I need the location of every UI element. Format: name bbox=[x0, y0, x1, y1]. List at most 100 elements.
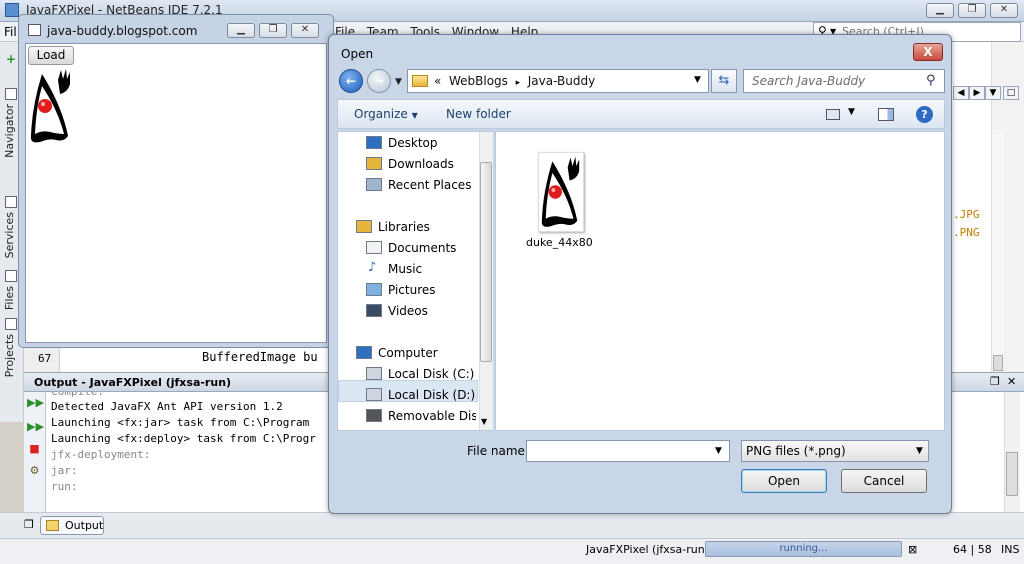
command-bar: Organize ▼ New folder ▼ ? bbox=[337, 99, 945, 129]
netbeans-icon bbox=[5, 3, 19, 17]
address-bar[interactable]: « WebBlogs ▸ Java-Buddy ▼ bbox=[407, 69, 709, 93]
nav-item-desktop[interactable]: Desktop bbox=[388, 136, 438, 150]
ide-menu-file[interactable]: Fil bbox=[4, 25, 17, 39]
chevron-down-icon[interactable]: ▼ bbox=[715, 446, 722, 456]
search-icon[interactable]: ⚲ bbox=[926, 73, 936, 88]
open-file-dialog: Open X ← → ▼ « WebBlogs ▸ Java-Buddy ▼ ⇆… bbox=[328, 34, 952, 514]
file-name-label[interactable]: duke_44x80 bbox=[526, 236, 593, 249]
forward-button[interactable]: → bbox=[367, 69, 391, 93]
restore-window-icon[interactable]: ❐ bbox=[990, 375, 1000, 388]
ide-maximize-button[interactable]: ❐ bbox=[958, 3, 986, 18]
bottom-tab-bar: ❐ bbox=[0, 512, 1024, 538]
fx-close-button[interactable]: ✕ bbox=[291, 23, 319, 38]
file-name-input[interactable]: ▼ bbox=[526, 440, 730, 462]
toolbar-plus-icon[interactable]: + bbox=[6, 52, 16, 66]
tab-output[interactable]: Output bbox=[40, 516, 104, 535]
nav-item-removable-disk[interactable]: Removable Disk ( bbox=[388, 409, 476, 423]
output-line: jar: bbox=[51, 464, 78, 477]
output-tab-label: Output bbox=[65, 519, 104, 532]
editor-scroll-left-button[interactable]: ◀ bbox=[953, 86, 969, 100]
cancel-button[interactable]: Cancel bbox=[841, 469, 927, 493]
editor-vertical-scrollbar[interactable] bbox=[992, 130, 1004, 370]
javafx-app-window: java-buddy.blogspot.com ▁ ❐ ✕ Load bbox=[18, 14, 334, 348]
breadcrumb-overflow[interactable]: « bbox=[434, 74, 441, 88]
code-line[interactable]: BufferedImage bu bbox=[202, 350, 318, 364]
documents-icon bbox=[366, 241, 382, 254]
nav-item-local-disk-d[interactable]: Local Disk (D:) bbox=[388, 388, 475, 402]
preview-pane-icon[interactable] bbox=[878, 108, 894, 121]
nav-item-computer[interactable]: Computer bbox=[378, 346, 438, 360]
file-type-select[interactable]: PNG files (*.png) ▼ bbox=[741, 440, 929, 462]
tab-files[interactable]: Files bbox=[3, 286, 16, 310]
files-icon bbox=[5, 270, 17, 282]
recent-locations-dropdown[interactable]: ▼ bbox=[395, 77, 402, 87]
output-scroll-thumb[interactable] bbox=[1006, 452, 1018, 496]
change-view-icon[interactable] bbox=[826, 109, 840, 120]
output-line: Launching <fx:deploy> task from C:\Progr bbox=[51, 432, 316, 445]
refresh-button[interactable]: ⇆ bbox=[711, 69, 737, 93]
editor-text-png: .PNG bbox=[953, 226, 980, 239]
projects-icon bbox=[5, 318, 17, 330]
editor-scroll-right-button[interactable]: ▶ bbox=[969, 86, 985, 100]
fx-maximize-button[interactable]: ❐ bbox=[259, 23, 287, 38]
help-icon[interactable]: ? bbox=[916, 106, 933, 123]
nav-item-local-disk-c[interactable]: Local Disk (C:) bbox=[388, 367, 474, 381]
editor-scroll-thumb[interactable] bbox=[993, 355, 1003, 371]
navigation-pane[interactable]: ▲ Desktop Downloads Recent Places Librar… bbox=[337, 131, 493, 431]
videos-icon bbox=[366, 304, 382, 317]
breadcrumb-separator[interactable]: ▸ bbox=[516, 78, 521, 88]
nav-item-music[interactable]: Music bbox=[388, 262, 422, 276]
breadcrumb-webblogs[interactable]: WebBlogs bbox=[449, 74, 508, 88]
stop-icon[interactable]: ■ bbox=[27, 442, 42, 456]
downloads-icon bbox=[366, 157, 382, 170]
music-icon: ♪ bbox=[368, 260, 377, 275]
drive-c-icon bbox=[366, 367, 382, 380]
back-button[interactable]: ← bbox=[339, 69, 363, 93]
load-button[interactable]: Load bbox=[28, 46, 74, 65]
nav-scroll-thumb[interactable] bbox=[480, 162, 492, 362]
organize-menu[interactable]: Organize ▼ bbox=[354, 107, 418, 121]
nav-item-libraries[interactable]: Libraries bbox=[378, 220, 430, 234]
removable-disk-icon bbox=[366, 409, 382, 422]
run-progress-text: running... bbox=[779, 543, 828, 554]
restore-window-icon[interactable]: ❐ bbox=[24, 518, 34, 531]
breadcrumb-java-buddy[interactable]: Java-Buddy bbox=[528, 74, 595, 88]
desktop-icon bbox=[366, 136, 382, 149]
nav-item-pictures[interactable]: Pictures bbox=[388, 283, 436, 297]
nav-item-recent-places[interactable]: Recent Places bbox=[388, 178, 471, 192]
nav-item-videos[interactable]: Videos bbox=[388, 304, 428, 318]
organize-label: Organize bbox=[354, 107, 408, 121]
file-list-pane[interactable]: duke_44x80 bbox=[495, 131, 945, 431]
cancel-task-icon[interactable]: ⊠ bbox=[908, 543, 917, 556]
tab-services[interactable]: Services bbox=[3, 212, 16, 258]
nav-item-documents[interactable]: Documents bbox=[388, 241, 456, 255]
ide-minimize-button[interactable]: ▁ bbox=[926, 3, 954, 18]
editor-restore-button[interactable]: □ bbox=[1003, 86, 1019, 100]
tab-projects[interactable]: Projects bbox=[3, 334, 16, 377]
nav-scroll-down-icon[interactable]: ▼ bbox=[481, 417, 487, 426]
chevron-down-icon: ▼ bbox=[411, 111, 418, 120]
file-thumbnail[interactable] bbox=[538, 152, 584, 232]
fx-minimize-button[interactable]: ▁ bbox=[227, 23, 255, 38]
run-progress-bar: running... bbox=[705, 541, 902, 557]
close-icon[interactable]: ✕ bbox=[1007, 375, 1016, 388]
output-toolbar: ▶▶ ▶▶ ■ ⚙ bbox=[24, 392, 46, 512]
view-options-dropdown[interactable]: ▼ bbox=[848, 107, 855, 117]
dialog-close-button[interactable]: X bbox=[913, 43, 943, 61]
tab-navigator[interactable]: Navigator bbox=[3, 104, 16, 158]
editor-tab-list-button[interactable]: ▼ bbox=[985, 86, 1001, 100]
computer-icon bbox=[356, 346, 372, 359]
ide-close-button[interactable]: ✕ bbox=[990, 3, 1018, 18]
caret-position: 64 | 58 bbox=[953, 543, 992, 556]
nav-item-downloads[interactable]: Downloads bbox=[388, 157, 454, 171]
folder-search-input[interactable]: Search Java-Buddy ⚲ bbox=[743, 69, 945, 93]
rerun-with-params-icon[interactable]: ▶▶ bbox=[27, 420, 44, 434]
address-dropdown-icon[interactable]: ▼ bbox=[694, 75, 701, 85]
open-button[interactable]: Open bbox=[741, 469, 827, 493]
settings-icon[interactable]: ⚙ bbox=[27, 464, 42, 478]
dialog-title: Open bbox=[341, 47, 374, 61]
rerun-icon[interactable]: ▶▶ bbox=[27, 396, 44, 410]
new-folder-button[interactable]: New folder bbox=[446, 107, 511, 121]
javafx-titlebar[interactable]: java-buddy.blogspot.com ▁ ❐ ✕ bbox=[19, 15, 333, 43]
libraries-icon bbox=[356, 220, 372, 233]
